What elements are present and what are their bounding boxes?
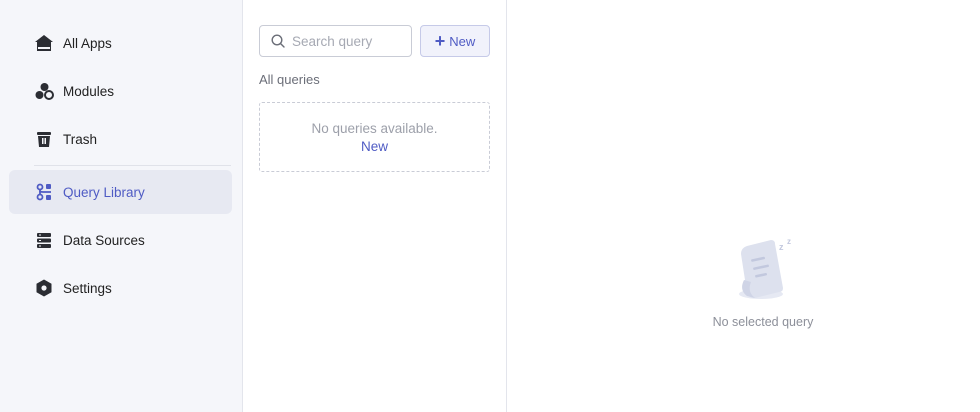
sidebar-item-query-library[interactable]: Query Library [9,170,232,214]
search-box[interactable] [259,25,412,57]
empty-queries-text: No queries available. [311,121,438,136]
search-icon [271,34,285,48]
sidebar-item-label: Settings [63,280,112,296]
query-detail-panel: z z No selected query [507,0,980,412]
svg-text:z: z [787,237,791,246]
sidebar-item-label: Query Library [63,184,145,200]
svg-text:z: z [779,242,784,252]
app-window: All Apps Modules Trash Query Library Dat… [0,0,980,412]
sidebar-divider [34,165,231,166]
empty-selection-label: No selected query [712,315,814,329]
empty-queries-box: No queries available. New [259,102,490,172]
query-list-panel: + New All queries No queries available. … [243,0,507,412]
home-icon [34,33,54,53]
database-icon [34,230,54,250]
sidebar: All Apps Modules Trash Query Library Dat… [0,0,243,412]
search-input[interactable] [292,33,402,49]
sidebar-item-label: Trash [63,131,98,147]
trash-icon [34,129,54,149]
modules-icon [34,81,54,101]
sleeping-document-icon: z z [739,237,791,299]
sidebar-item-modules[interactable]: Modules [9,69,232,113]
settings-icon [34,278,54,298]
sidebar-item-label: Data Sources [63,232,145,248]
plus-icon: + [434,31,446,51]
sidebar-item-label: Modules [63,83,115,99]
section-title: All queries [259,72,320,87]
query-library-icon [34,182,54,202]
new-query-link[interactable]: New [361,139,388,154]
sidebar-item-all-apps[interactable]: All Apps [9,21,232,65]
sidebar-item-data-sources[interactable]: Data Sources [9,218,232,262]
new-query-button[interactable]: + New [420,25,490,57]
new-query-button-label: New [449,33,476,49]
sidebar-item-label: All Apps [63,35,112,51]
sidebar-item-settings[interactable]: Settings [9,266,232,310]
sidebar-item-trash[interactable]: Trash [9,117,232,161]
